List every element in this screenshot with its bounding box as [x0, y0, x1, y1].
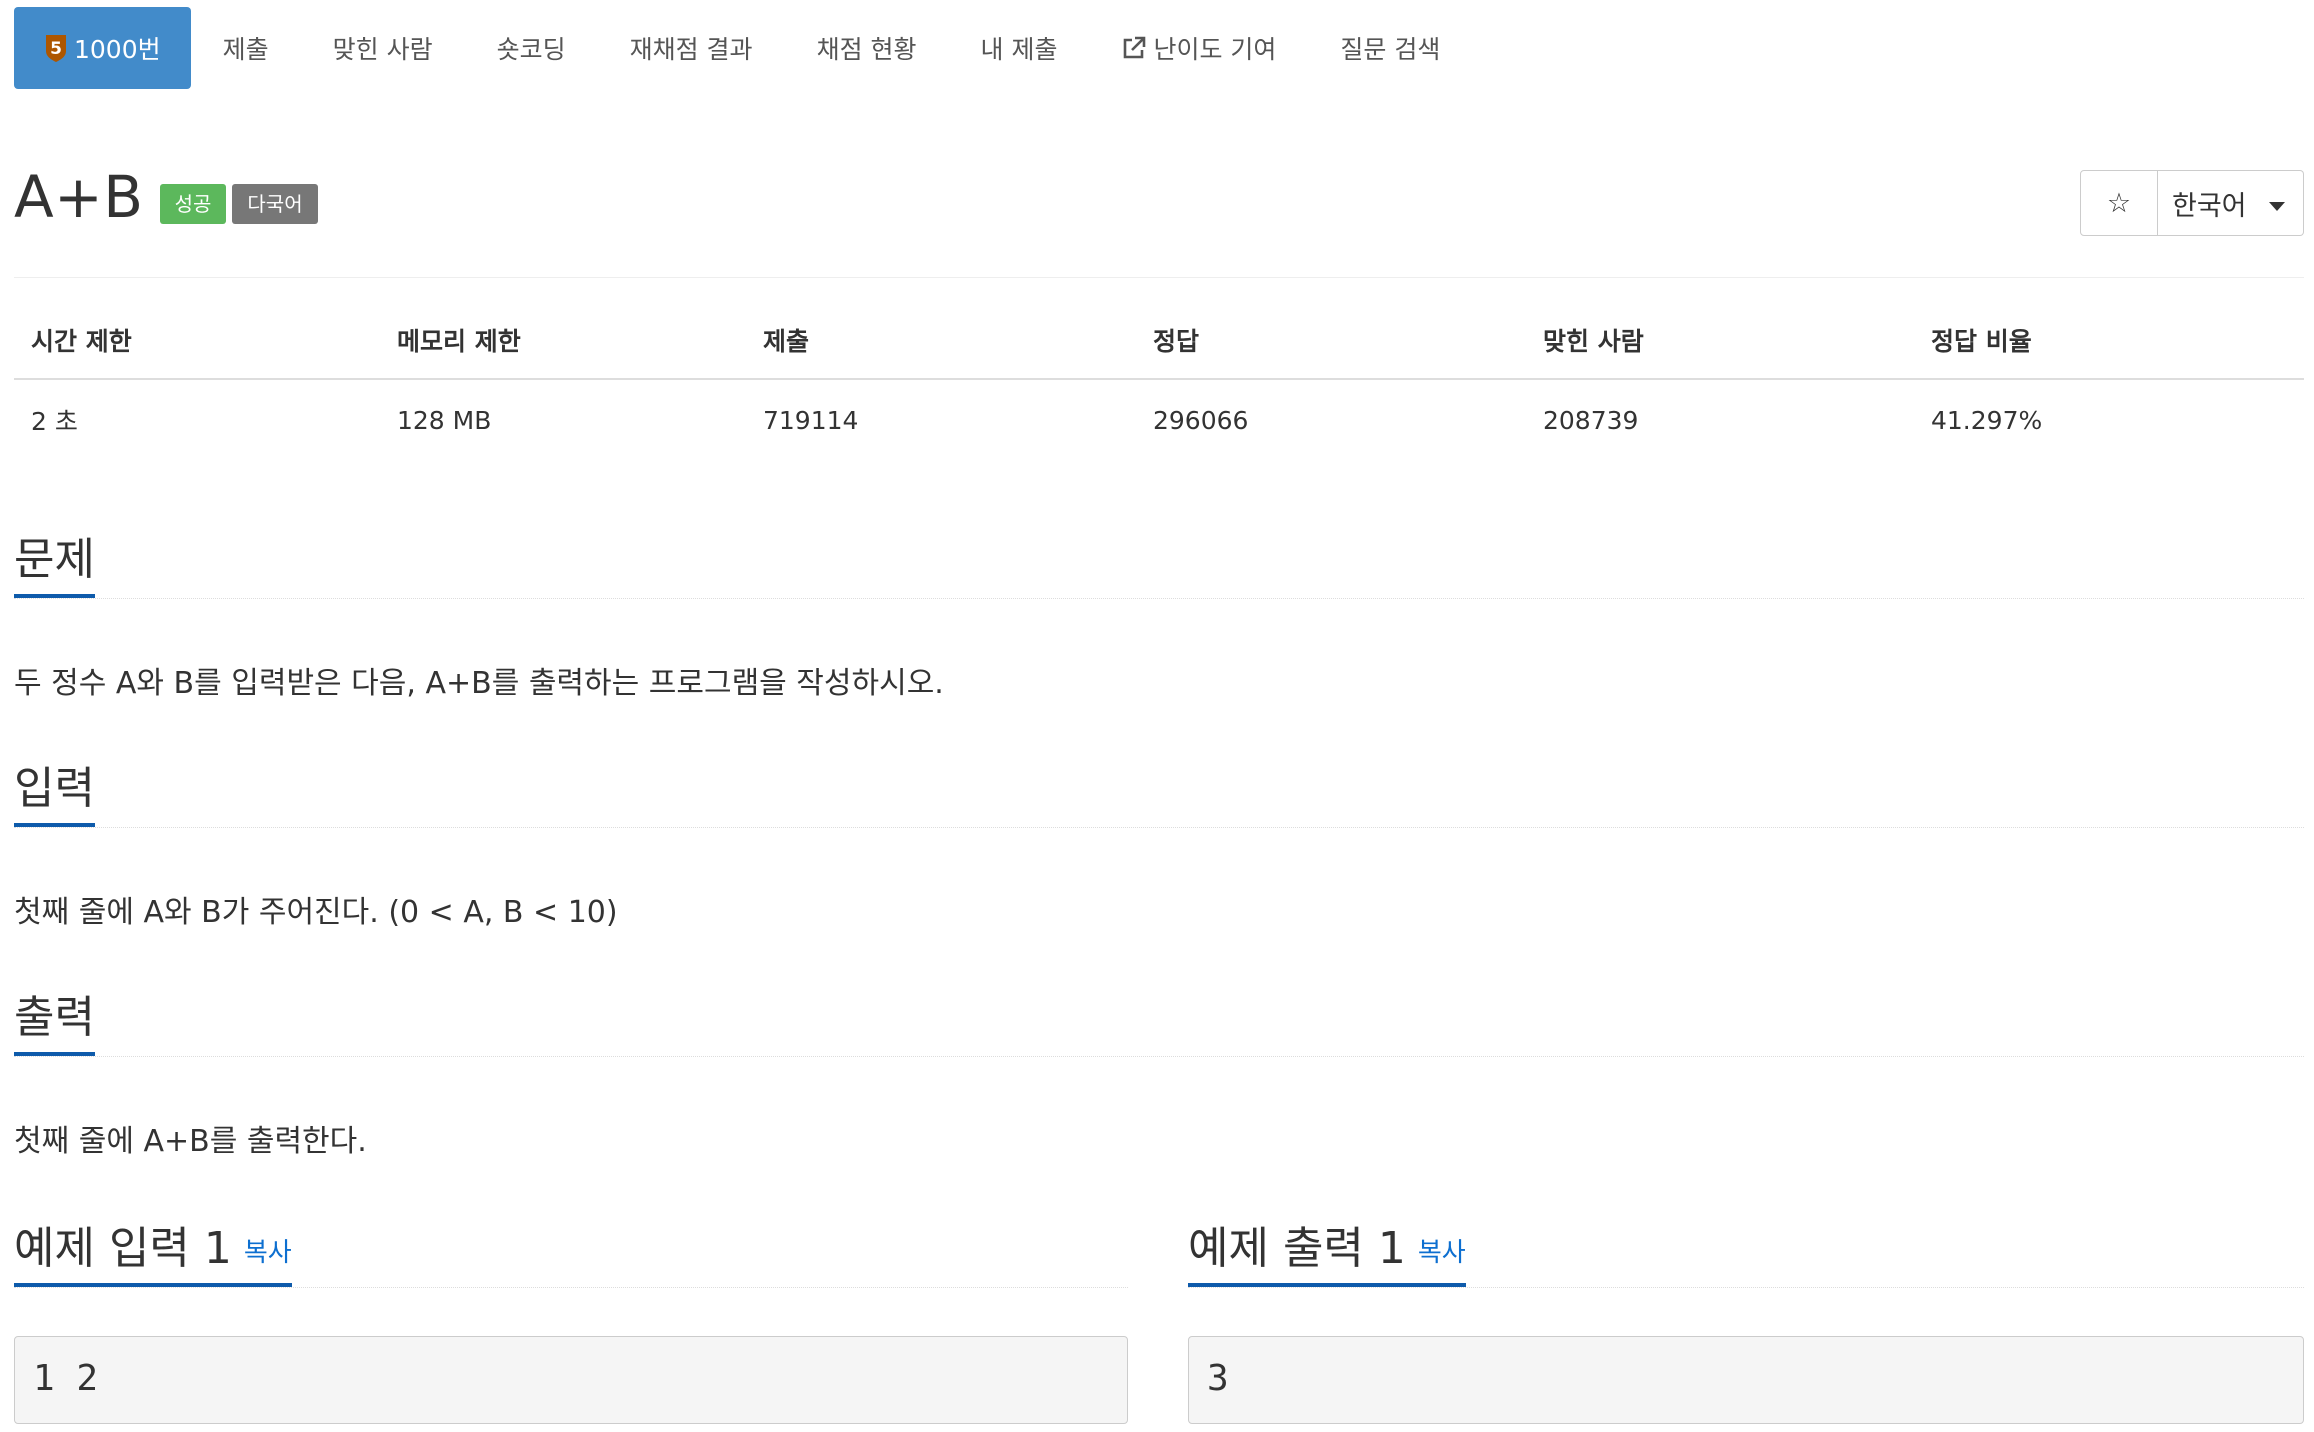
language-label: 한국어	[2172, 190, 2247, 222]
solved-users-value: 208739	[1543, 405, 1639, 435]
chevron-down-icon	[2268, 201, 2285, 211]
memory-limit-value: 128 MB	[397, 405, 492, 435]
tab-question-search[interactable]: 질문 검색	[1308, 7, 1472, 89]
svg-text:5: 5	[50, 39, 62, 59]
problem-description-text: 두 정수 A와 B를 입력받은 다음, A+B를 출력하는 프로그램을 작성하시…	[14, 666, 944, 701]
table-row: 2 초 128 MB 719114 296066 208739 41.297%	[14, 379, 2304, 438]
section-header: 문제	[14, 532, 2304, 599]
title-divider	[14, 277, 2304, 278]
problem-info-table: 시간 제한 메모리 제한 제출 정답 맞힌 사람 정답 비율 2 초 128 M…	[14, 322, 2304, 438]
sample-output-title: 예제 출력 1	[1188, 1223, 1406, 1274]
tab-label: 내 제출	[980, 35, 1058, 64]
accept-ratio-value: 41.297%	[1931, 405, 2043, 435]
header-submissions: 제출	[746, 322, 1136, 380]
sample-output-box[interactable]: 3	[1188, 1336, 2304, 1424]
tab-label: 1000번	[74, 35, 161, 64]
output-section: 출력	[14, 990, 2304, 1057]
tab-label: 재채점 결과	[629, 35, 753, 64]
copy-sample-output-button[interactable]: 복사	[1418, 1238, 1466, 1268]
section-title: 예제 출력 1 복사	[1188, 1227, 1466, 1287]
tab-label: 맞힌 사람	[332, 35, 433, 64]
header-time-limit: 시간 제한	[14, 322, 380, 380]
tab-rejudge-results[interactable]: 재채점 결과	[598, 7, 785, 89]
tab-problem[interactable]: 5 1000번	[14, 7, 191, 89]
sample-output-section: 예제 출력 1 복사	[1188, 1221, 2304, 1288]
problem-title-row: A+B 성공 다국어	[14, 168, 318, 226]
section-header: 예제 출력 1 복사	[1188, 1221, 2304, 1288]
status-badge-multilingual: 다국어	[232, 184, 318, 224]
sample-input-title: 예제 입력 1	[14, 1223, 232, 1274]
submissions-value: 719114	[763, 405, 859, 435]
section-title: 출력	[14, 996, 95, 1056]
tab-submit[interactable]: 제출	[191, 7, 301, 89]
problem-title: A+B	[14, 163, 144, 231]
sample-input-box[interactable]: 1 2	[14, 1336, 1128, 1424]
section-title: 입력	[14, 767, 95, 827]
section-title: 문제	[14, 538, 95, 598]
tier-badge-icon: 5	[44, 33, 68, 63]
input-description-text: 첫째 줄에 A와 B가 주어진다. (0 < A, B < 10)	[14, 895, 618, 930]
section-title: 예제 입력 1 복사	[14, 1227, 292, 1287]
header-solved-users: 맞힌 사람	[1526, 322, 1914, 380]
input-section: 입력	[14, 761, 2304, 828]
section-header: 입력	[14, 761, 2304, 828]
header-memory-limit: 메모리 제한	[380, 322, 746, 380]
problem-description-section: 문제	[14, 532, 2304, 599]
external-link-icon	[1121, 35, 1147, 61]
section-header: 출력	[14, 990, 2304, 1057]
tab-label: 난이도 기여	[1153, 35, 1277, 64]
sample-input-section: 예제 입력 1 복사	[14, 1221, 1128, 1288]
table-header-row: 시간 제한 메모리 제한 제출 정답 맞힌 사람 정답 비율	[14, 322, 2304, 380]
header-accept-ratio: 정답 비율	[1914, 322, 2304, 380]
tab-my-submissions[interactable]: 내 제출	[949, 7, 1090, 89]
star-icon: ☆	[2106, 187, 2132, 219]
tab-difficulty-contribution[interactable]: 난이도 기여	[1089, 7, 1308, 89]
favorite-button[interactable]: ☆	[2080, 170, 2158, 236]
status-badge-success: 성공	[159, 184, 227, 224]
problem-actions: ☆ 한국어	[2080, 170, 2304, 236]
tab-label: 숏코딩	[496, 35, 566, 64]
tab-judge-status[interactable]: 채점 현황	[785, 7, 949, 89]
tab-short-coding[interactable]: 숏코딩	[465, 7, 598, 89]
tab-label: 질문 검색	[1340, 35, 1441, 64]
accepted-value: 296066	[1153, 405, 1249, 435]
output-description-text: 첫째 줄에 A+B를 출력한다.	[14, 1124, 367, 1159]
copy-sample-input-button[interactable]: 복사	[244, 1238, 292, 1268]
section-header: 예제 입력 1 복사	[14, 1221, 1128, 1288]
tab-label: 채점 현황	[816, 35, 917, 64]
time-limit-value: 2 초	[31, 407, 78, 436]
language-select[interactable]: 한국어	[2158, 170, 2304, 236]
problem-nav: 5 1000번 제출 맞힌 사람 숏코딩 재채점 결과 채점 현황 내 제출 난…	[14, 7, 1472, 89]
tab-solved-users[interactable]: 맞힌 사람	[301, 7, 465, 89]
tab-label: 제출	[222, 35, 269, 64]
header-accepted: 정답	[1136, 322, 1526, 380]
